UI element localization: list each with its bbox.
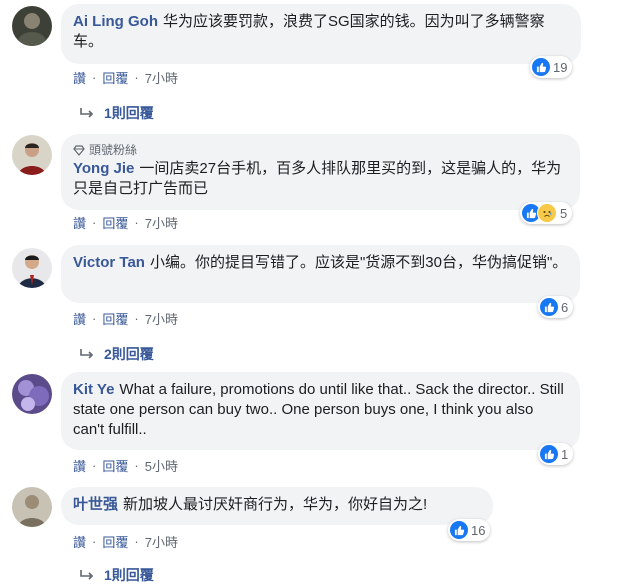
sad-reaction-icon	[537, 203, 557, 223]
reply-link[interactable]: 回覆	[102, 456, 128, 475]
replies-count: 1則回覆	[104, 567, 154, 583]
comment-bubble: Victor Tan 小编。你的提目写错了。应该是"货源不到30台，华伪搞促销"。	[61, 245, 580, 303]
like-reaction-icon	[532, 58, 550, 76]
reaction-count: 1	[561, 446, 569, 462]
like-link[interactable]: 讚	[73, 309, 86, 328]
reaction-count: 5	[560, 205, 568, 221]
comment-ye-shi-qiang: 叶世强 新加坡人最讨厌奸商行为，华为，你好自为之! 16 讚 · 回覆 · 7小時 1則回…	[0, 482, 623, 587]
like-reaction-icon	[540, 445, 558, 463]
comment-bubble: 頭號粉絲 Yong Jie 一间店卖27台手机，百多人排队那里买的到，这是骗人的，…	[61, 134, 580, 210]
top-fan-badge: 頭號粉絲	[73, 142, 568, 158]
reply-link[interactable]: 回覆	[102, 309, 128, 328]
reaction-count: 6	[561, 299, 569, 315]
comment-kit-ye: Kit Ye What a failure, promotions do unti…	[0, 368, 623, 480]
separator-dot: ·	[134, 534, 139, 549]
separator-dot: ·	[134, 311, 139, 326]
avatar[interactable]	[12, 374, 52, 414]
comment-author[interactable]: Ai Ling Goh	[73, 13, 158, 30]
comment-bubble: Kit Ye What a failure, promotions do unti…	[61, 372, 580, 450]
reply-link[interactable]: 回覆	[102, 213, 128, 232]
comment-yong-jie: 頭號粉絲 Yong Jie 一间店卖27台手机，百多人排队那里买的到，这是骗人的，…	[0, 130, 623, 240]
comment-author[interactable]: 叶世强	[73, 496, 118, 513]
reply-arrow-icon	[80, 567, 94, 583]
comment-actions: 讚 · 回覆 · 7小時	[73, 532, 178, 551]
like-reaction-icon	[450, 521, 468, 539]
reply-arrow-icon	[80, 346, 94, 362]
separator-dot: ·	[134, 458, 139, 473]
separator-dot: ·	[92, 70, 97, 85]
view-replies-link[interactable]: 1則回覆	[80, 103, 154, 123]
badge-label: 頭號粉絲	[89, 143, 138, 157]
comment-bubble: Ai Ling Goh 华为应该要罚款，浪费了SG国家的钱。因为叫了多辆警察车。	[61, 4, 581, 64]
like-link[interactable]: 讚	[73, 213, 86, 232]
comment-text: 小编。你的提目写错了。应该是"货源不到30台，华伪搞促销"。	[149, 254, 568, 271]
view-replies-link[interactable]: 2則回覆	[80, 344, 154, 364]
comment-timestamp[interactable]: 5小時	[145, 456, 178, 475]
reply-arrow-icon	[80, 105, 94, 121]
reaction-count: 16	[471, 522, 486, 538]
separator-dot: ·	[134, 215, 139, 230]
avatar[interactable]	[12, 487, 52, 527]
like-link[interactable]: 讚	[73, 68, 86, 87]
like-link[interactable]: 讚	[73, 532, 86, 551]
comment-timestamp[interactable]: 7小時	[145, 309, 178, 328]
reply-link[interactable]: 回覆	[102, 68, 128, 87]
comment-timestamp[interactable]: 7小時	[145, 532, 178, 551]
comment-actions: 讚 · 回覆 · 5小時	[73, 456, 178, 475]
separator-dot: ·	[134, 70, 139, 85]
comment-actions: 讚 · 回覆 · 7小時	[73, 213, 178, 232]
avatar[interactable]	[12, 135, 52, 175]
avatar[interactable]	[12, 248, 52, 288]
reaction-count: 19	[553, 59, 568, 75]
reaction-count-badge[interactable]: 6	[538, 296, 574, 318]
diamond-icon	[73, 144, 85, 156]
comment-text: 一间店卖27台手机，百多人排队那里买的到，这是骗人的，华为只是自己打广告而已	[73, 160, 562, 197]
comment-text: 新加坡人最讨厌奸商行为，华为，你好自为之!	[123, 496, 428, 513]
view-replies-link[interactable]: 1則回覆	[80, 565, 154, 585]
like-link[interactable]: 讚	[73, 456, 86, 475]
comment-ai-ling-goh: Ai Ling Goh 华为应该要罚款，浪费了SG国家的钱。因为叫了多辆警察车。 …	[0, 0, 623, 130]
reply-link[interactable]: 回覆	[102, 532, 128, 551]
comment-text: What a failure, promotions do until like…	[73, 381, 564, 438]
comment-actions: 讚 · 回覆 · 7小時	[73, 68, 178, 87]
comment-timestamp[interactable]: 7小時	[145, 213, 178, 232]
reaction-count-badge[interactable]: 19	[530, 56, 573, 78]
replies-count: 2則回覆	[104, 346, 154, 362]
separator-dot: ·	[92, 215, 97, 230]
comment-timestamp[interactable]: 7小時	[145, 68, 178, 87]
comment-victor-tan: Victor Tan 小编。你的提目写错了。应该是"货源不到30台，华伪搞促销"。…	[0, 240, 623, 368]
separator-dot: ·	[92, 534, 97, 549]
separator-dot: ·	[92, 458, 97, 473]
replies-count: 1則回覆	[104, 105, 154, 121]
comment-actions: 讚 · 回覆 · 7小時	[73, 309, 178, 328]
separator-dot: ·	[92, 311, 97, 326]
comment-bubble: 叶世强 新加坡人最讨厌奸商行为，华为，你好自为之!	[61, 487, 493, 525]
comment-author[interactable]: Kit Ye	[73, 381, 114, 398]
reaction-count-badge[interactable]: 1	[538, 443, 574, 465]
avatar[interactable]	[12, 6, 52, 46]
like-reaction-icon	[540, 298, 558, 316]
comment-author[interactable]: Yong Jie	[73, 160, 134, 177]
reaction-count-badge[interactable]: 16	[448, 519, 491, 541]
reaction-count-badge[interactable]: 5	[520, 202, 573, 224]
comment-author[interactable]: Victor Tan	[73, 254, 145, 271]
